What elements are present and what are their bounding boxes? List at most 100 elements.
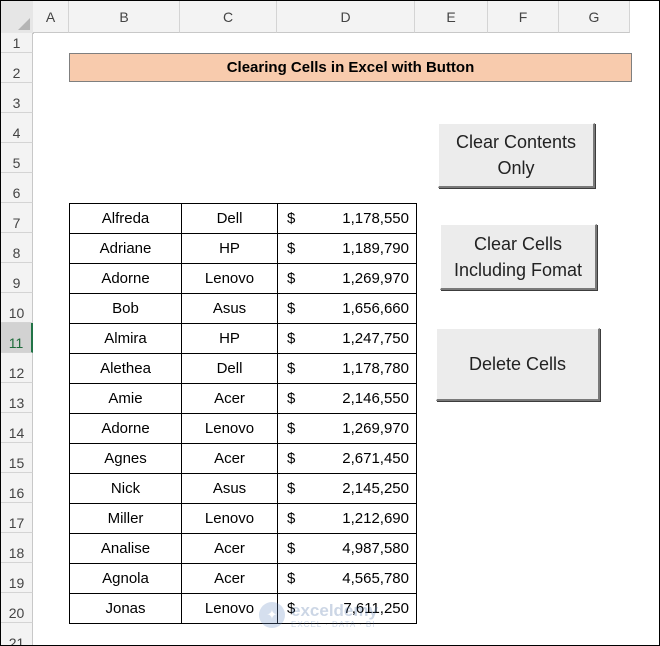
currency-symbol: $	[287, 390, 296, 407]
row-header-11[interactable]: 11	[1, 323, 33, 353]
row-header-18[interactable]: 18	[1, 533, 33, 563]
sales-amount: 7,611,250	[343, 600, 409, 617]
cell-name[interactable]: Jonas	[69, 593, 182, 624]
column-header-e[interactable]: E	[415, 1, 488, 33]
cell-name[interactable]: Agnola	[69, 563, 182, 594]
cell-brand[interactable]: Asus	[181, 473, 278, 504]
currency-symbol: $	[287, 480, 296, 497]
sales-table: Alfreda Dell $1,178,550 Adriane HP $1,189,790…	[69, 203, 417, 624]
sales-amount: 1,656,660	[342, 300, 409, 317]
row-header-14[interactable]: 14	[1, 413, 33, 443]
cell-brand[interactable]: Lenovo	[181, 413, 278, 444]
row-header-13[interactable]: 13	[1, 383, 33, 413]
row-header-17[interactable]: 17	[1, 503, 33, 533]
cell-brand[interactable]: Acer	[181, 533, 278, 564]
column-header-d[interactable]: D	[277, 1, 415, 33]
cell-name[interactable]: Bob	[69, 293, 182, 324]
currency-symbol: $	[287, 510, 296, 527]
sales-amount: 1,269,970	[342, 420, 409, 437]
cell-brand[interactable]: Acer	[181, 443, 278, 474]
cell-brand[interactable]: Lenovo	[181, 593, 278, 624]
row-header-2[interactable]: 2	[1, 53, 33, 83]
row-header-12[interactable]: 12	[1, 353, 33, 383]
row-headers: 1 2 3 4 5 6 7 8 9 10 11 12 13 14 15 16 17 18 19 20 21	[1, 33, 33, 645]
table-row: Agnola Acer $4,565,780	[69, 563, 417, 594]
column-header-b[interactable]: B	[69, 1, 180, 33]
table-row: Nick Asus $2,145,250	[69, 473, 417, 504]
cell-sales[interactable]: $7,611,250	[277, 593, 417, 624]
row-header-4[interactable]: 4	[1, 113, 33, 143]
table-row: Almira HP $1,247,750	[69, 323, 417, 354]
currency-symbol: $	[287, 540, 296, 557]
cell-sales[interactable]: $2,146,550	[277, 383, 417, 414]
sales-amount: 2,671,450	[342, 450, 409, 467]
column-header-f[interactable]: F	[488, 1, 559, 33]
currency-symbol: $	[287, 300, 296, 317]
row-header-5[interactable]: 5	[1, 143, 33, 173]
cell-name[interactable]: Adriane	[69, 233, 182, 264]
row-header-16[interactable]: 16	[1, 473, 33, 503]
row-header-3[interactable]: 3	[1, 83, 33, 113]
cell-brand[interactable]: Dell	[181, 203, 278, 234]
row-header-15[interactable]: 15	[1, 443, 33, 473]
currency-symbol: $	[287, 240, 296, 257]
row-header-9[interactable]: 9	[1, 263, 33, 293]
cell-brand[interactable]: Lenovo	[181, 263, 278, 294]
cell-name[interactable]: Nick	[69, 473, 182, 504]
cell-sales[interactable]: $1,269,970	[277, 413, 417, 444]
select-all-corner[interactable]	[1, 1, 34, 34]
cell-name[interactable]: Miller	[69, 503, 182, 534]
cell-sales[interactable]: $1,247,750	[277, 323, 417, 354]
row-header-20[interactable]: 20	[1, 593, 33, 623]
cell-brand[interactable]: Acer	[181, 383, 278, 414]
cell-name[interactable]: Analise	[69, 533, 182, 564]
cell-name[interactable]: Amie	[69, 383, 182, 414]
column-header-g[interactable]: G	[559, 1, 630, 33]
delete-cells-button[interactable]: Delete Cells	[436, 328, 600, 401]
cell-brand[interactable]: Acer	[181, 563, 278, 594]
cell-name[interactable]: Adorne	[69, 263, 182, 294]
cell-name[interactable]: Almira	[69, 323, 182, 354]
table-row: Adriane HP $1,189,790	[69, 233, 417, 264]
cell-sales[interactable]: $4,565,780	[277, 563, 417, 594]
row-header-10[interactable]: 10	[1, 293, 33, 323]
table-row: Jonas Lenovo $7,611,250	[69, 593, 417, 624]
sales-amount: 2,146,550	[342, 390, 409, 407]
cell-sales[interactable]: $1,269,970	[277, 263, 417, 294]
cell-sales[interactable]: $1,212,690	[277, 503, 417, 534]
cell-brand[interactable]: Dell	[181, 353, 278, 384]
row-header-7[interactable]: 7	[1, 203, 33, 233]
table-row: Bob Asus $1,656,660	[69, 293, 417, 324]
column-header-c[interactable]: C	[180, 1, 277, 33]
clear-contents-button[interactable]: Clear Contents Only	[438, 123, 595, 188]
row-header-1[interactable]: 1	[1, 33, 33, 53]
cell-sales[interactable]: $1,189,790	[277, 233, 417, 264]
currency-symbol: $	[287, 420, 296, 437]
cell-name[interactable]: Alethea	[69, 353, 182, 384]
column-header-a[interactable]: A	[33, 1, 69, 33]
cell-sales[interactable]: $1,178,780	[277, 353, 417, 384]
clear-cells-button[interactable]: Clear Cells Including Fomat	[440, 224, 597, 290]
row-header-21[interactable]: 21	[1, 623, 33, 645]
cell-name[interactable]: Adorne	[69, 413, 182, 444]
table-row: Adorne Lenovo $1,269,970	[69, 263, 417, 294]
cell-brand[interactable]: HP	[181, 233, 278, 264]
currency-symbol: $	[287, 570, 296, 587]
table-row: Alethea Dell $1,178,780	[69, 353, 417, 384]
cell-sales[interactable]: $4,987,580	[277, 533, 417, 564]
cell-brand[interactable]: Asus	[181, 293, 278, 324]
cell-brand[interactable]: HP	[181, 323, 278, 354]
row-header-19[interactable]: 19	[1, 563, 33, 593]
sheet-title: Clearing Cells in Excel with Button	[69, 53, 632, 82]
cell-sales[interactable]: $2,671,450	[277, 443, 417, 474]
cell-brand[interactable]: Lenovo	[181, 503, 278, 534]
cell-sales[interactable]: $2,145,250	[277, 473, 417, 504]
row-header-6[interactable]: 6	[1, 173, 33, 203]
cell-name[interactable]: Agnes	[69, 443, 182, 474]
row-header-8[interactable]: 8	[1, 233, 33, 263]
currency-symbol: $	[287, 360, 296, 377]
table-row: Agnes Acer $2,671,450	[69, 443, 417, 474]
cell-sales[interactable]: $1,656,660	[277, 293, 417, 324]
cell-name[interactable]: Alfreda	[69, 203, 182, 234]
cell-sales[interactable]: $1,178,550	[277, 203, 417, 234]
